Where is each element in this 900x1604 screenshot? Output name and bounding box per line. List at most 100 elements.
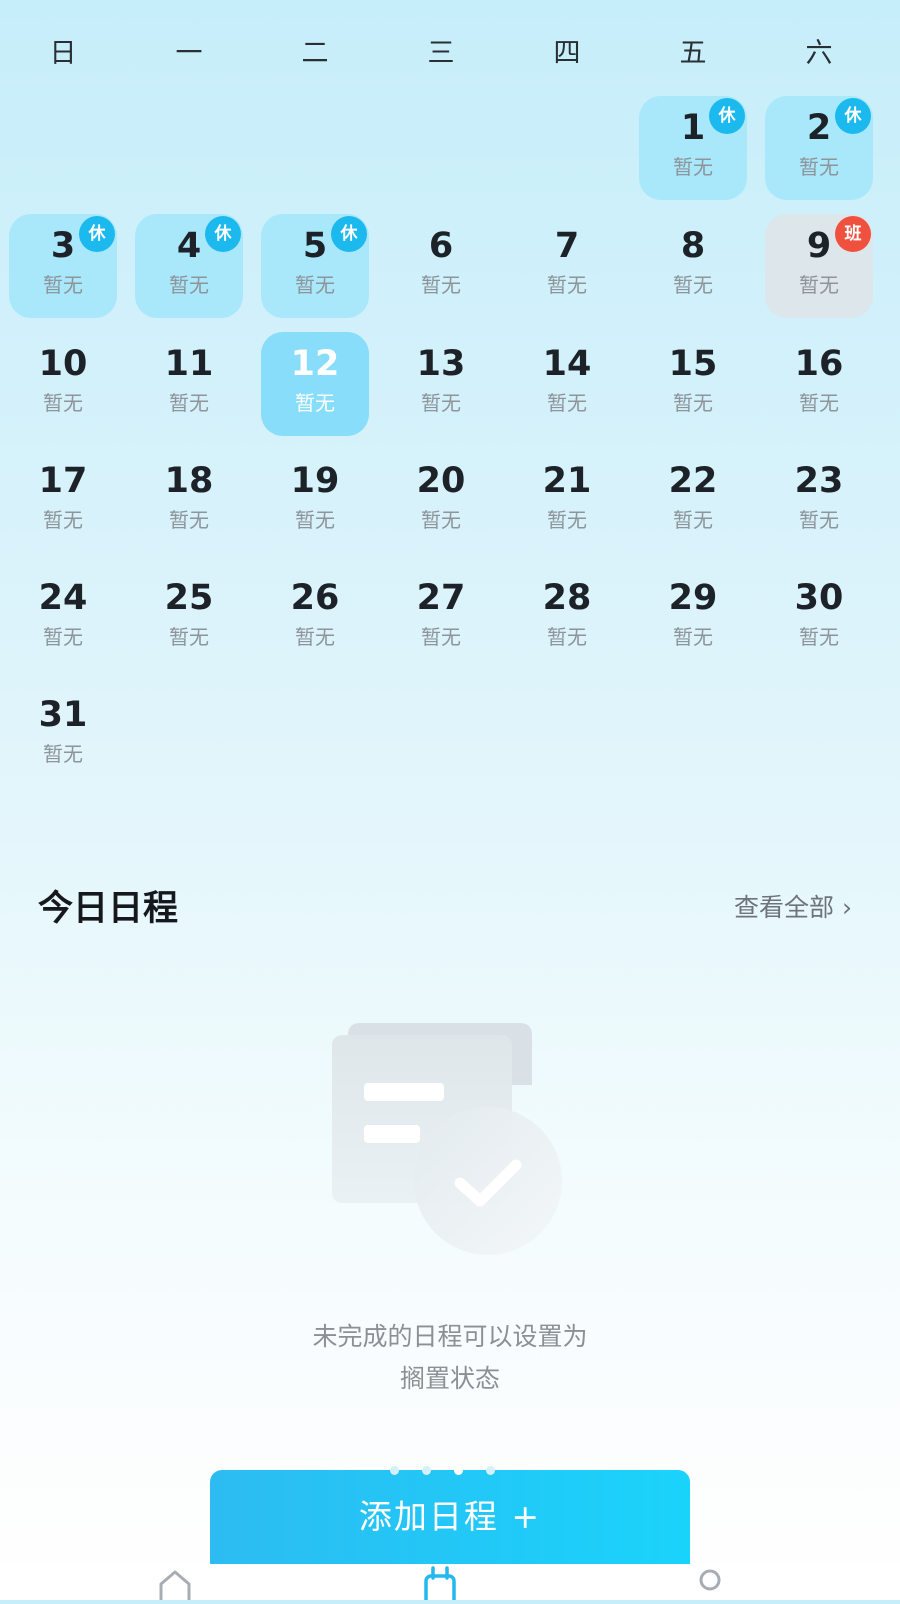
day-schedule-status: 暂无 xyxy=(43,273,83,297)
day-number: 11 xyxy=(164,344,214,384)
add-schedule-button[interactable]: 添加日程 + xyxy=(210,1470,690,1564)
day-schedule-status: 暂无 xyxy=(295,273,335,297)
day-schedule-status: 暂无 xyxy=(421,273,461,297)
calendar-day-25[interactable]: 25 暂无 xyxy=(135,566,243,670)
day-number: 21 xyxy=(542,461,592,501)
day-number: 27 xyxy=(416,578,466,618)
document-check-icon xyxy=(320,1015,580,1265)
calendar-day-17[interactable]: 17 暂无 xyxy=(9,449,117,553)
day-schedule-status: 暂无 xyxy=(421,508,461,532)
calendar-day-31[interactable]: 31 暂无 xyxy=(9,683,117,787)
day-schedule-status: 暂无 xyxy=(799,155,839,179)
calendar-day-1[interactable]: 1 暂无休 xyxy=(639,96,747,200)
weekday-label: 三 xyxy=(427,38,455,69)
day-schedule-status: 暂无 xyxy=(169,391,209,415)
calendar-day-30[interactable]: 30 暂无 xyxy=(765,566,873,670)
day-schedule-status: 暂无 xyxy=(295,508,335,532)
calendar-day-11[interactable]: 11 暂无 xyxy=(135,332,243,436)
day-schedule-status: 暂无 xyxy=(547,625,587,649)
calendar-day-22[interactable]: 22 暂无 xyxy=(639,449,747,553)
day-number: 8 xyxy=(680,226,706,266)
calendar-day-10[interactable]: 10 暂无 xyxy=(9,332,117,436)
empty-state-line-1: 未完成的日程可以设置为 xyxy=(312,1322,588,1351)
calendar-day-4[interactable]: 4 暂无休 xyxy=(135,214,243,318)
weekday-label: 六 xyxy=(805,38,833,69)
carousel-dot[interactable] xyxy=(486,1466,495,1475)
day-schedule-status: 暂无 xyxy=(673,625,713,649)
calendar-day-24[interactable]: 24 暂无 xyxy=(9,566,117,670)
carousel-dot[interactable] xyxy=(422,1466,431,1475)
holiday-badge: 休 xyxy=(709,98,745,134)
calendar-day-5[interactable]: 5 暂无休 xyxy=(261,214,369,318)
today-schedule-title: 今日日程 xyxy=(38,889,179,929)
day-number: 19 xyxy=(290,461,340,501)
day-schedule-status: 暂无 xyxy=(673,391,713,415)
day-number: 15 xyxy=(668,344,718,384)
day-number: 10 xyxy=(38,344,88,384)
day-schedule-status: 暂无 xyxy=(547,391,587,415)
day-schedule-status: 暂无 xyxy=(421,625,461,649)
weekday-header: 日一二三四五六 xyxy=(0,32,900,76)
day-schedule-status: 暂无 xyxy=(673,155,713,179)
calendar-day-15[interactable]: 15 暂无 xyxy=(639,332,747,436)
day-number: 14 xyxy=(542,344,592,384)
day-schedule-status: 暂无 xyxy=(799,273,839,297)
empty-state-line-2: 搁置状态 xyxy=(399,1364,500,1393)
day-schedule-status: 暂无 xyxy=(169,508,209,532)
day-number: 6 xyxy=(428,226,454,266)
calendar-icon[interactable] xyxy=(420,1564,460,1604)
carousel-dot[interactable] xyxy=(454,1466,463,1475)
calendar-day-16[interactable]: 16 暂无 xyxy=(765,332,873,436)
calendar-day-13[interactable]: 13 暂无 xyxy=(387,332,495,436)
day-schedule-status: 暂无 xyxy=(673,508,713,532)
calendar-day-18[interactable]: 18 暂无 xyxy=(135,449,243,553)
day-schedule-status: 暂无 xyxy=(43,508,83,532)
calendar-day-29[interactable]: 29 暂无 xyxy=(639,566,747,670)
view-all-link[interactable]: 查看全部 › xyxy=(734,890,852,926)
profile-icon[interactable] xyxy=(690,1564,730,1600)
day-number: 28 xyxy=(542,578,592,618)
calendar-day-20[interactable]: 20 暂无 xyxy=(387,449,495,553)
calendar-day-2[interactable]: 2 暂无休 xyxy=(765,96,873,200)
calendar-day-8[interactable]: 8 暂无 xyxy=(639,214,747,318)
day-schedule-status: 暂无 xyxy=(169,273,209,297)
bottom-tab-bar xyxy=(0,1564,900,1604)
holiday-badge: 休 xyxy=(79,216,115,252)
calendar-day-21[interactable]: 21 暂无 xyxy=(513,449,621,553)
day-schedule-status: 暂无 xyxy=(673,273,713,297)
calendar-day-28[interactable]: 28 暂无 xyxy=(513,566,621,670)
calendar-day-14[interactable]: 14 暂无 xyxy=(513,332,621,436)
home-icon[interactable] xyxy=(155,1564,195,1600)
day-number: 7 xyxy=(554,226,580,266)
calendar-day-7[interactable]: 7 暂无 xyxy=(513,214,621,318)
weekday-label: 一 xyxy=(175,38,203,69)
calendar-day-6[interactable]: 6 暂无 xyxy=(387,214,495,318)
day-schedule-status: 暂无 xyxy=(421,391,461,415)
day-schedule-status: 暂无 xyxy=(43,625,83,649)
day-schedule-status: 暂无 xyxy=(295,625,335,649)
calendar-day-26[interactable]: 26 暂无 xyxy=(261,566,369,670)
day-number: 12 xyxy=(290,344,340,384)
weekday-label: 五 xyxy=(679,38,707,69)
holiday-badge: 休 xyxy=(835,98,871,134)
day-number: 26 xyxy=(290,578,340,618)
calendar-day-12[interactable]: 12 暂无 xyxy=(261,332,369,436)
carousel-indicator xyxy=(390,1466,510,1476)
calendar-day-19[interactable]: 19 暂无 xyxy=(261,449,369,553)
day-schedule-status: 暂无 xyxy=(43,742,83,766)
calendar-day-23[interactable]: 23 暂无 xyxy=(765,449,873,553)
day-number: 16 xyxy=(794,344,844,384)
day-schedule-status: 暂无 xyxy=(799,391,839,415)
day-number: 24 xyxy=(38,578,88,618)
holiday-badge: 休 xyxy=(331,216,367,252)
carousel-dot[interactable] xyxy=(390,1466,399,1475)
day-number: 20 xyxy=(416,461,466,501)
day-number: 25 xyxy=(164,578,214,618)
day-schedule-status: 暂无 xyxy=(169,625,209,649)
calendar-day-9[interactable]: 9 暂无班 xyxy=(765,214,873,318)
day-schedule-status: 暂无 xyxy=(799,625,839,649)
empty-state-message: 未完成的日程可以设置为 搁置状态 xyxy=(150,1316,750,1400)
day-schedule-status: 暂无 xyxy=(547,273,587,297)
calendar-day-3[interactable]: 3 暂无休 xyxy=(9,214,117,318)
calendar-day-27[interactable]: 27 暂无 xyxy=(387,566,495,670)
